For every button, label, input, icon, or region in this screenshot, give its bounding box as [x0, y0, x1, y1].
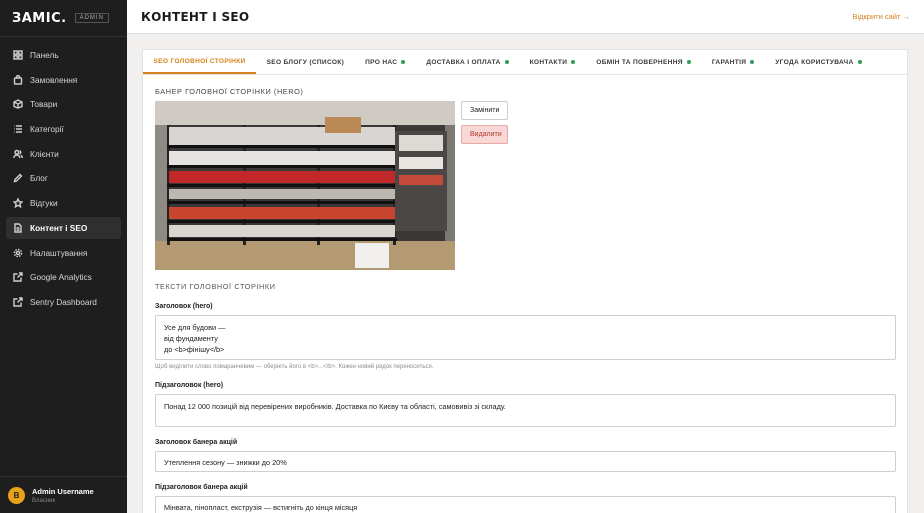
promo-subtitle-input[interactable]: Мінвата, пінопласт, екструзія — встигніт… — [155, 496, 896, 513]
user-role: Власник — [32, 497, 56, 504]
hero-title-textarea[interactable]: Усе для будови — від фундаменту до <b>фі… — [155, 315, 896, 360]
hero-title-label: Заголовок (hero) — [155, 303, 213, 310]
user-name: Admin Username — [32, 486, 94, 496]
status-dot — [571, 60, 576, 64]
sidebar-item-customers[interactable]: Клієнти — [6, 143, 121, 165]
list-icon — [13, 124, 23, 134]
sidebar-item-google-analytics[interactable]: Google Analytics — [6, 266, 121, 288]
box-icon — [13, 99, 23, 110]
tab-label: SEO ГОЛОВНОЇ СТОРІНКИ — [153, 57, 246, 65]
sidebar-item-label: Клієнти — [30, 148, 59, 159]
hero-subtitle-label: Підзаголовок (hero) — [155, 382, 224, 389]
tab-about[interactable]: ПРО НАС — [355, 50, 416, 74]
promo-title-input[interactable]: Утеплення сезону — знижки до 20% — [155, 451, 896, 472]
sidebar-item-categories[interactable]: Категорії — [6, 118, 121, 140]
tab-label: ДОСТАВКА І ОПЛАТА — [426, 58, 501, 66]
banner-section-title: БАНЕР ГОЛОВНОЇ СТОРІНКИ (HERO) — [155, 87, 304, 96]
tab-exchange-returns[interactable]: ОБМІН ТА ПОВЕРНЕННЯ — [586, 50, 702, 74]
pen-icon — [13, 173, 23, 183]
tab-seo-home[interactable]: SEO ГОЛОВНОЇ СТОРІНКИ — [143, 50, 257, 74]
sidebar-item-label: Налаштування — [30, 247, 88, 258]
promo-subtitle-label: Підзаголовок банера акцій — [155, 484, 248, 491]
hero-title-hint: Щоб виділити слово помаранчевим — оберні… — [155, 364, 434, 370]
tab-user-agreement[interactable]: УГОДА КОРИСТУВАЧА — [765, 50, 872, 74]
tab-label: ГАРАНТІЯ — [711, 58, 747, 66]
sidebar-item-dashboard[interactable]: Панель — [6, 44, 121, 66]
star-icon — [13, 198, 23, 209]
top-bar: КОНТЕНТ І SEO Відкрити сайт → — [127, 0, 924, 34]
admin-badge: ADMIN — [74, 13, 109, 23]
replace-banner-button[interactable]: Замінити — [461, 101, 508, 120]
bag-icon — [13, 74, 23, 85]
document-icon — [13, 223, 23, 233]
tab-label: КОНТАКТИ — [529, 58, 568, 66]
status-dot — [686, 60, 691, 64]
external-link-icon — [13, 297, 23, 307]
sidebar-item-content-seo[interactable]: Контент і SEO — [6, 216, 121, 239]
user-profile[interactable]: B Admin Username Власник — [0, 476, 127, 513]
sidebar-item-label: Товари — [30, 99, 58, 110]
status-dot — [401, 60, 406, 64]
tab-label: УГОДА КОРИСТУВАЧА — [775, 58, 854, 66]
sidebar-item-label: Блог — [30, 173, 48, 184]
tab-label: SEO БЛОГУ (СПИСОК) — [266, 58, 345, 66]
hero-subtitle-textarea[interactable]: Понад 12 000 позицій від перевірених вир… — [155, 394, 896, 427]
gear-icon — [13, 248, 23, 258]
brand[interactable]: ЗАМІС. ADMIN — [0, 0, 127, 37]
tab-delivery-payment[interactable]: ДОСТАВКА І ОПЛАТА — [416, 50, 519, 74]
sidebar-item-label: Google Analytics — [30, 272, 92, 283]
hero-banner-image — [155, 101, 455, 270]
sidebar-item-label: Категорії — [30, 124, 64, 135]
tab-bar: SEO ГОЛОВНОЇ СТОРІНКИ SEO БЛОГУ (СПИСОК)… — [143, 50, 907, 75]
sidebar-item-sentry-dashboard[interactable]: Sentry Dashboard — [6, 291, 121, 313]
delete-banner-button[interactable]: Видалити — [461, 125, 508, 144]
sidebar-item-reviews[interactable]: Відгуки — [6, 192, 121, 214]
sidebar-item-label: Панель — [30, 50, 59, 60]
tab-label: ПРО НАС — [365, 58, 398, 66]
status-dot — [504, 60, 509, 64]
promo-title-label: Заголовок банера акцій — [155, 439, 238, 446]
avatar: B — [8, 486, 25, 504]
page-title: КОНТЕНТ І SEO — [141, 9, 250, 24]
sidebar-item-products[interactable]: Товари — [6, 93, 121, 115]
sidebar: ЗАМІС. ADMIN Панель Замовлення Товари Ка… — [0, 0, 127, 513]
users-icon — [13, 149, 23, 159]
sidebar-item-blog[interactable]: Блог — [6, 167, 121, 189]
tab-warranty[interactable]: ГАРАНТІЯ — [701, 50, 764, 74]
status-dot — [750, 60, 755, 64]
sidebar-item-orders[interactable]: Замовлення — [6, 69, 121, 91]
external-link-icon — [13, 272, 23, 282]
sidebar-nav: Панель Замовлення Товари Категорії Клієн… — [0, 37, 127, 313]
open-site-link[interactable]: Відкрити сайт → — [852, 12, 910, 21]
sidebar-item-settings[interactable]: Налаштування — [6, 242, 121, 264]
sidebar-item-label: Замовлення — [30, 74, 78, 85]
content-panel: SEO ГОЛОВНОЇ СТОРІНКИ SEO БЛОГУ (СПИСОК)… — [142, 49, 908, 513]
sidebar-item-label: Відгуки — [30, 198, 58, 209]
brand-logo: ЗАМІС. — [12, 10, 67, 26]
tab-content: БАНЕР ГОЛОВНОЇ СТОРІНКИ (HERO) Замінити … — [143, 75, 907, 513]
tab-contacts[interactable]: КОНТАКТИ — [519, 50, 586, 74]
texts-section-title: ТЕКСТИ ГОЛОВНОЇ СТОРІНКИ — [155, 282, 276, 291]
status-dot — [857, 60, 862, 64]
tab-seo-blog[interactable]: SEO БЛОГУ (СПИСОК) — [256, 50, 355, 74]
sidebar-item-label: Контент і SEO — [30, 222, 88, 233]
grid-icon — [13, 50, 23, 60]
tab-label: ОБМІН ТА ПОВЕРНЕННЯ — [596, 58, 683, 66]
sidebar-item-label: Sentry Dashboard — [30, 296, 97, 307]
